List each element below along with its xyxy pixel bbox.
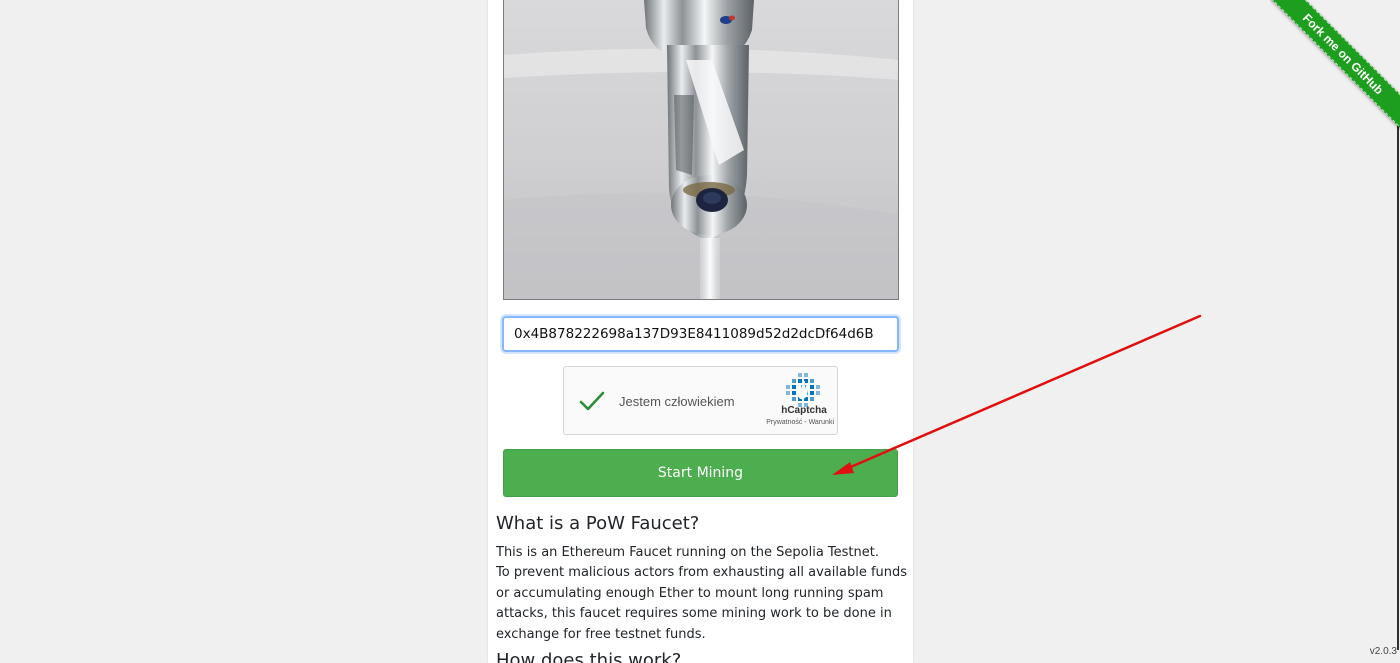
captcha-privacy-terms-links[interactable]: Prywatność - Warunki xyxy=(754,419,834,426)
faucet-page: Jestem człowiekiem hCaptcha Prywatność xyxy=(0,0,1400,663)
info-line-2: To prevent malicious actors from exhaust… xyxy=(496,565,908,642)
faucet-image xyxy=(503,0,899,300)
info-heading: What is a PoW Faucet? xyxy=(496,513,700,534)
captcha-brand: hCaptcha xyxy=(781,405,827,416)
version-label: v2.0.3 xyxy=(1369,646,1397,657)
info-paragraph: This is an Ethereum Faucet running on th… xyxy=(496,543,908,645)
hcaptcha-widget[interactable]: Jestem człowiekiem hCaptcha Prywatność -… xyxy=(563,366,838,435)
start-mining-button[interactable]: Start Mining xyxy=(503,449,898,497)
wallet-address-input[interactable] xyxy=(502,316,899,352)
captcha-label: Jestem człowiekiem xyxy=(619,394,735,409)
fork-github-ribbon[interactable]: Fork me on GitHub xyxy=(1270,0,1400,130)
check-icon xyxy=(579,391,605,411)
github-ribbon-wrap: Fork me on GitHub xyxy=(1270,0,1400,130)
right-edge-line xyxy=(1397,110,1399,650)
info-line-1: This is an Ethereum Faucet running on th… xyxy=(496,545,879,560)
how-heading: How does this work? xyxy=(496,650,682,663)
hcaptcha-logo-icon xyxy=(786,373,820,407)
